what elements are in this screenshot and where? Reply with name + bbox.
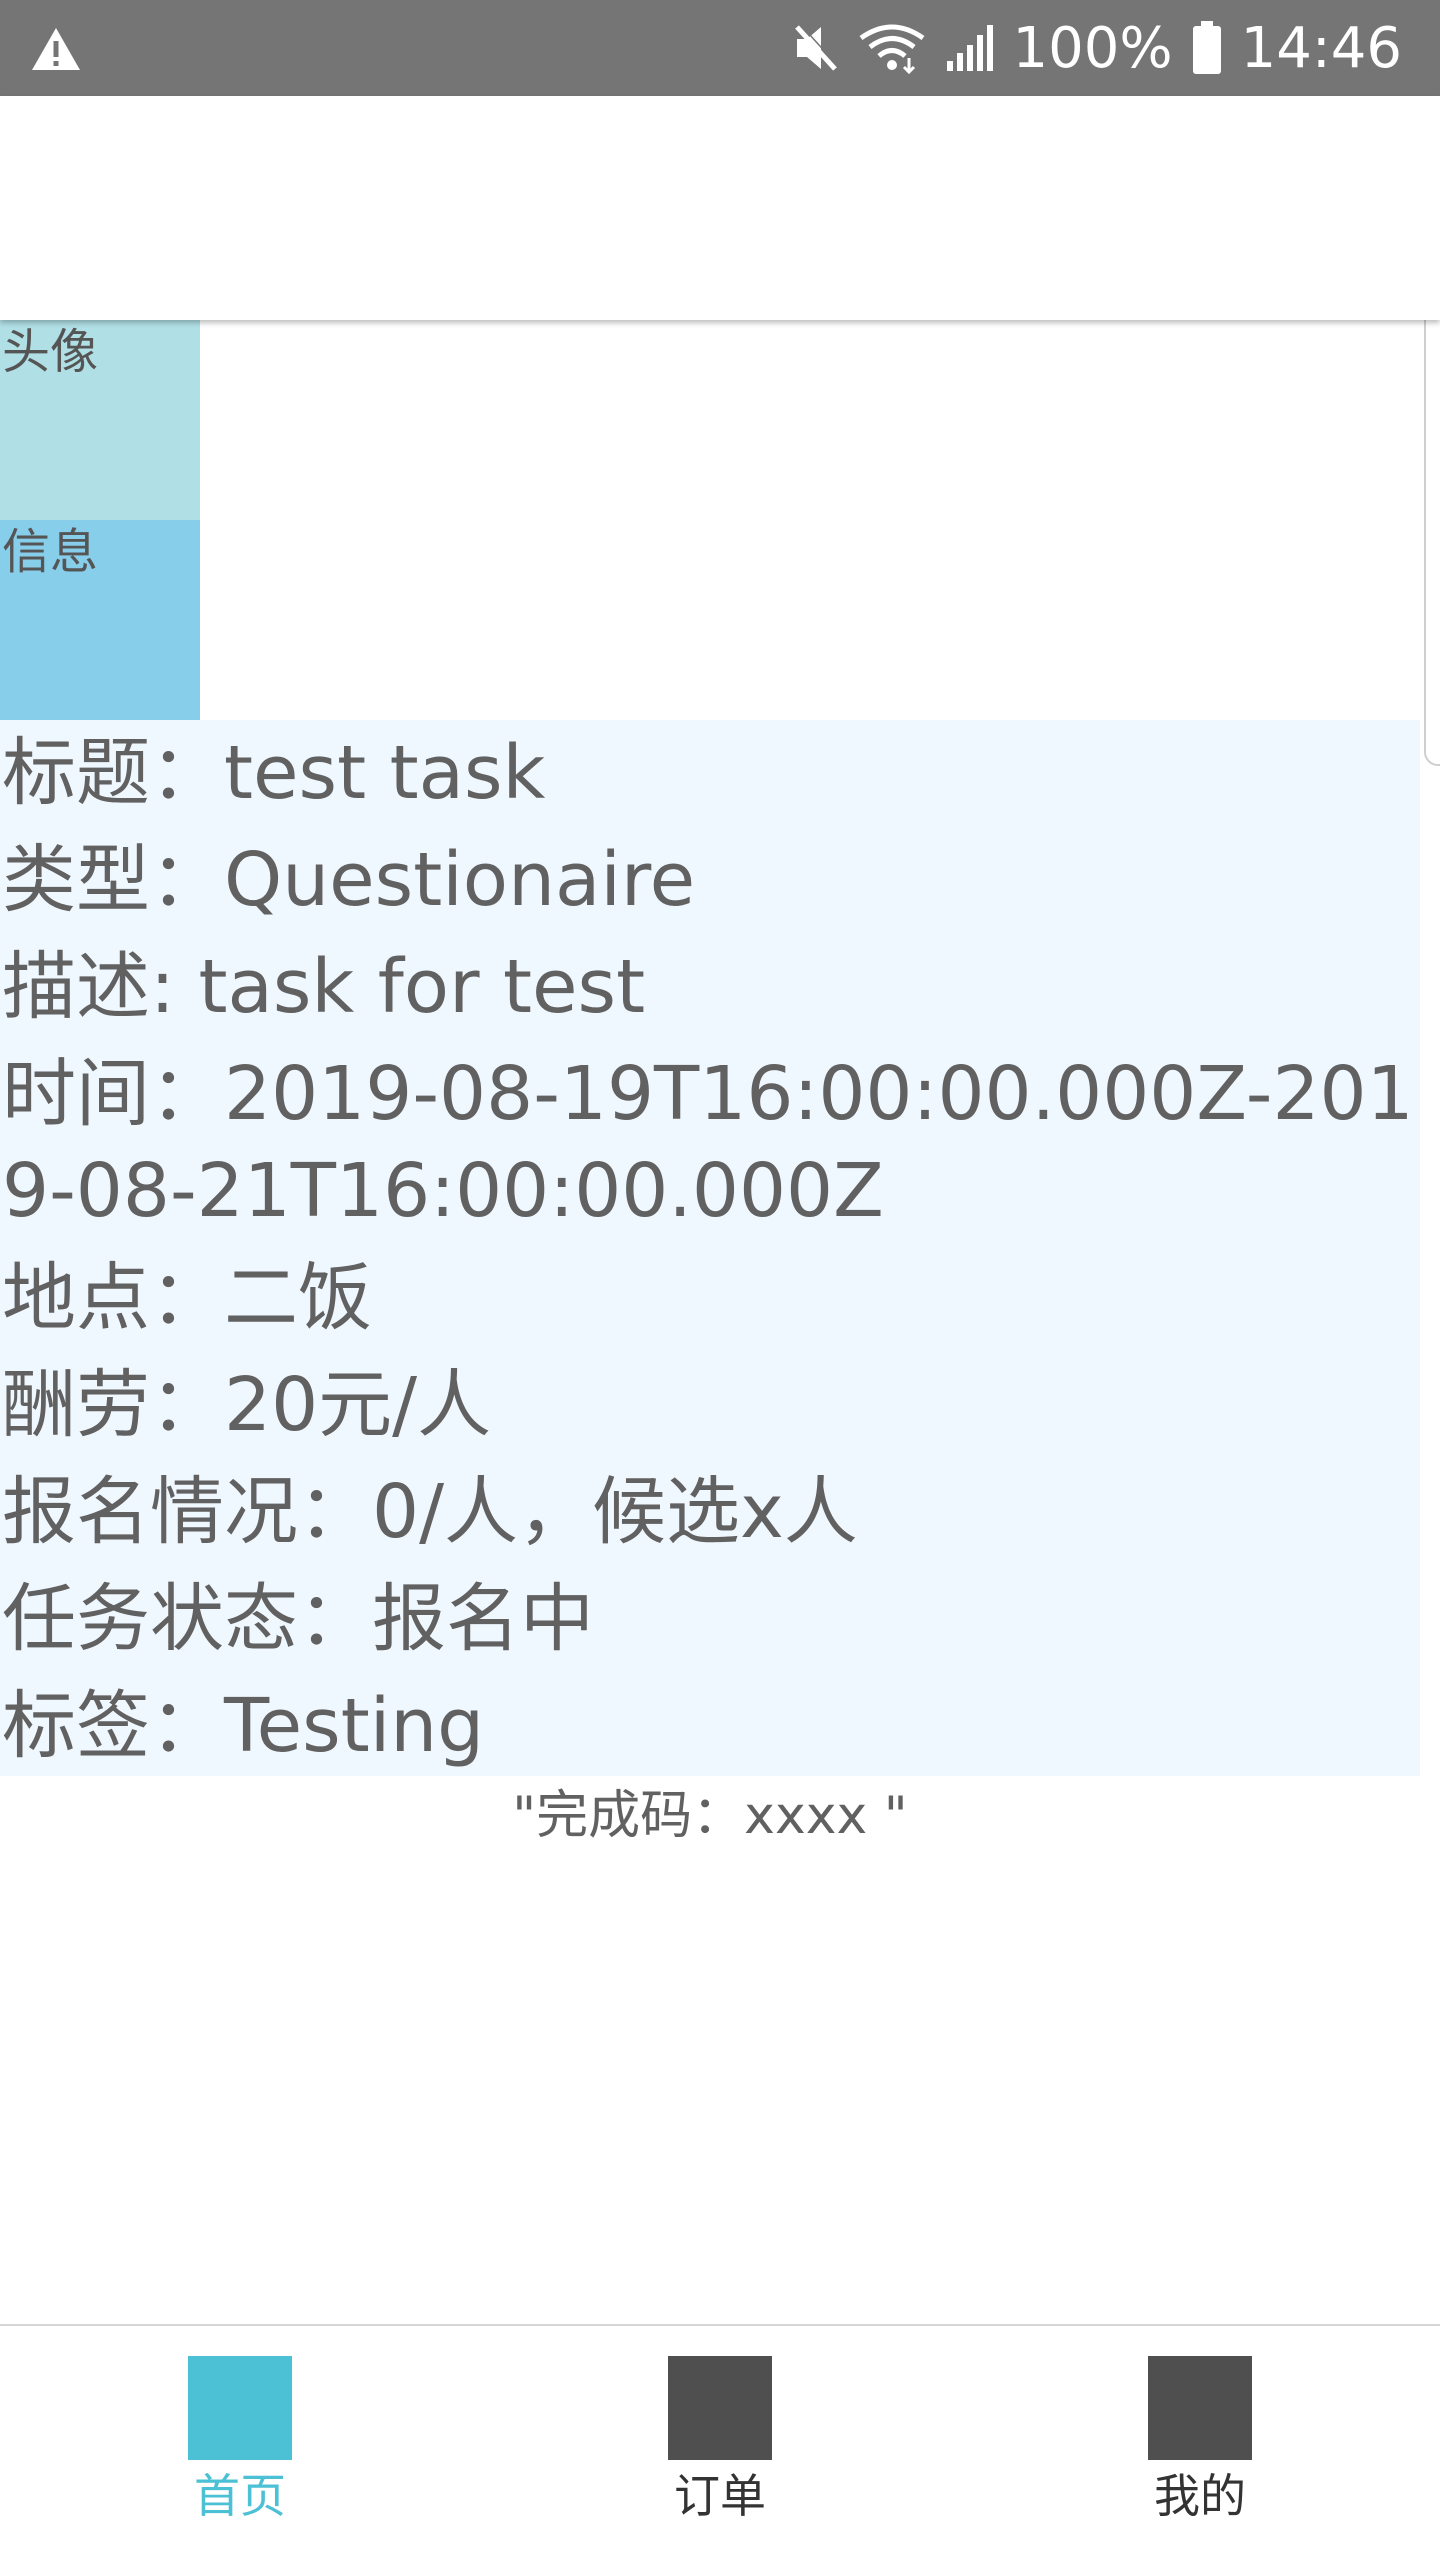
bottom-navigation: 首页 订单 我的 — [0, 2324, 1440, 2560]
task-status: 任务状态：报名中 — [2, 1576, 594, 1662]
task-location: 地点：二饭 — [2, 1255, 372, 1341]
avatar-label: 头像 — [2, 324, 99, 380]
task-title: 标题：test task — [2, 730, 546, 816]
task-reward: 酬劳：20元/人 — [2, 1362, 492, 1448]
app-bar — [0, 96, 1440, 320]
task-tag: 标签：Testing — [2, 1683, 485, 1769]
profile-icon — [1148, 2356, 1252, 2460]
nav-orders-label: 订单 — [674, 2469, 766, 2523]
warning-icon — [32, 28, 80, 70]
orders-icon — [668, 2356, 772, 2460]
avatar[interactable]: 头像 — [0, 320, 200, 520]
nav-profile[interactable]: 我的 — [1100, 2356, 1300, 2546]
info-label: 信息 — [2, 524, 99, 580]
battery-percentage: 100% — [1012, 15, 1173, 81]
task-time: 时间：2019-08-19T16:00:00.000Z-2019-08-21T1… — [2, 1051, 1414, 1234]
task-type: 类型：Questionaire — [2, 837, 696, 923]
task-description: 描述: task for test — [2, 944, 646, 1030]
battery-icon — [1192, 21, 1221, 74]
nav-home[interactable]: 首页 — [140, 2356, 340, 2546]
home-icon — [188, 2356, 292, 2460]
signal-icon — [946, 25, 993, 71]
clock: 14:46 — [1240, 15, 1402, 81]
info-block[interactable]: 信息 — [0, 520, 200, 720]
nav-orders[interactable]: 订单 — [620, 2356, 820, 2546]
edge-panel-handle[interactable] — [1424, 290, 1440, 766]
mute-icon — [794, 23, 839, 71]
status-bar: 100% 14:46 — [0, 0, 1440, 96]
status-icons: 100% 14:46 — [793, 0, 1402, 96]
completion-code: "完成码：xxxx " — [512, 1786, 908, 1846]
wifi-icon — [859, 24, 924, 74]
nav-profile-label: 我的 — [1154, 2469, 1246, 2523]
nav-home-label: 首页 — [194, 2469, 286, 2523]
task-details: 标题：test task 类型：Questionaire 描述: task fo… — [0, 720, 1420, 1776]
task-enrollment: 报名情况：0/人，候选x人 — [2, 1469, 858, 1555]
